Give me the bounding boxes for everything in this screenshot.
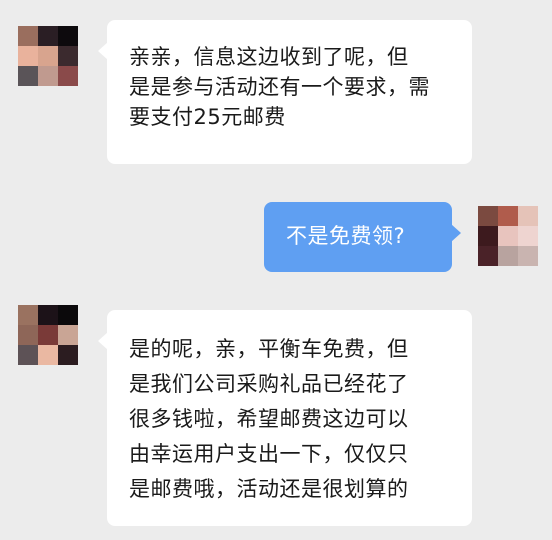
avatar-pixel xyxy=(38,345,58,365)
avatar-pixel xyxy=(58,325,78,345)
avatar-pixel xyxy=(38,26,58,46)
avatar-pixel xyxy=(498,206,518,226)
avatar-pixel xyxy=(18,345,38,365)
avatar-pixel xyxy=(58,26,78,46)
avatar-pixel xyxy=(58,345,78,365)
avatar-pixel xyxy=(498,246,518,266)
avatar-pixel xyxy=(18,66,38,86)
message-bubble-incoming: 是的呢，亲，平衡车免费，但 是我们公司采购礼品已经花了 很多钱啦，希望邮费这边可… xyxy=(98,310,472,526)
avatar-pixel xyxy=(38,305,58,325)
avatar-pixel xyxy=(478,206,498,226)
message-line: 很多钱啦，希望邮费这边可以 xyxy=(129,407,409,431)
avatar-pixel xyxy=(38,66,58,86)
avatar[interactable] xyxy=(478,206,538,266)
message-line: 要支付25元邮费 xyxy=(129,105,286,129)
avatar-pixel xyxy=(498,226,518,246)
avatar-pixel xyxy=(58,46,78,66)
avatar-pixel xyxy=(58,66,78,86)
avatar-pixel xyxy=(18,26,38,46)
message-line: 由幸运用户支出一下，仅仅只 xyxy=(129,442,409,466)
avatar-pixel xyxy=(518,246,538,266)
message-line: 是邮费哦，活动还是很划算的 xyxy=(129,477,409,501)
avatar-pixel xyxy=(18,46,38,66)
message-line: 是我们公司采购礼品已经花了 xyxy=(129,372,409,396)
avatar-pixel xyxy=(518,206,538,226)
message-line: 不是免费领? xyxy=(286,224,406,248)
avatar-pixel xyxy=(38,325,58,345)
message-bubble-incoming: 亲亲，信息这边收到了呢，但 是是参与活动还有一个要求，需 要支付25元邮费 xyxy=(98,20,472,164)
avatar-pixel xyxy=(38,46,58,66)
avatar-pixel xyxy=(18,325,38,345)
message-bubble-outgoing: 不是免费领? xyxy=(264,202,461,272)
avatar-pixel xyxy=(18,305,38,325)
avatar-pixel xyxy=(518,226,538,246)
avatar[interactable] xyxy=(18,26,78,86)
avatar-pixel xyxy=(58,305,78,325)
message-line: 是是参与活动还有一个要求，需 xyxy=(129,75,430,99)
avatar[interactable] xyxy=(18,305,78,365)
message-line: 是的呢，亲，平衡车免费，但 xyxy=(129,337,409,361)
avatar-pixel xyxy=(478,246,498,266)
message-line: 亲亲，信息这边收到了呢，但 xyxy=(129,45,409,69)
avatar-pixel xyxy=(478,226,498,246)
